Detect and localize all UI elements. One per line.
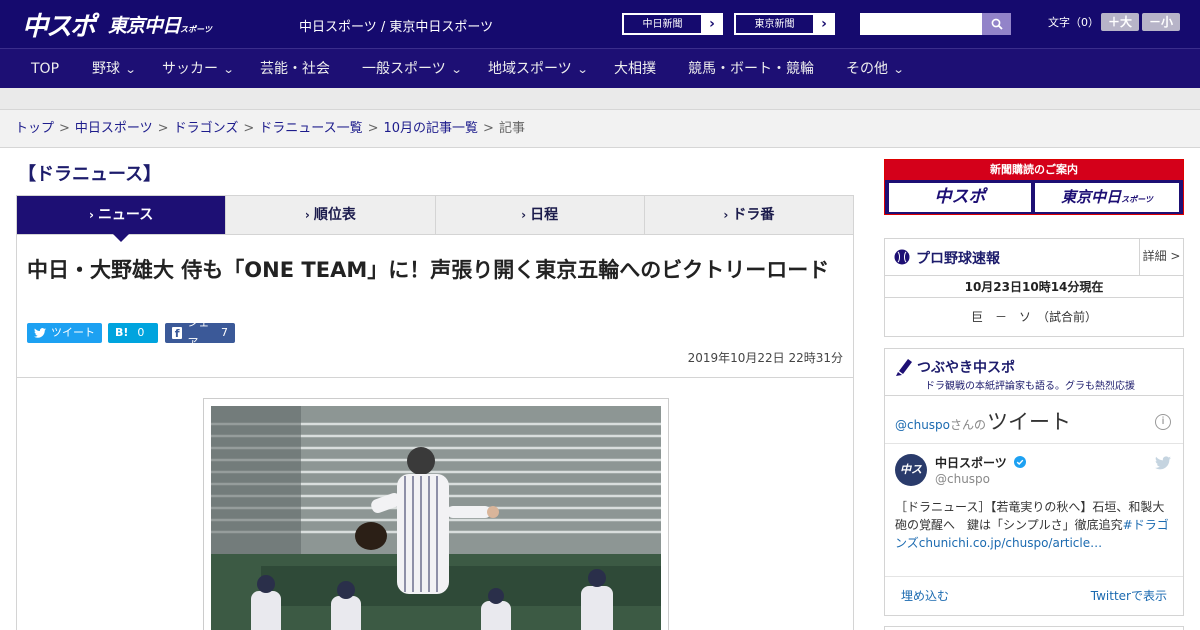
search-icon [991,18,1003,30]
twitter-widget-title: つぶやき中スポ [917,360,1015,376]
font-increase-button[interactable]: ＋大 [1101,13,1139,31]
ad-band [0,88,1200,110]
site-title-link[interactable]: 中日スポーツ / 東京中日スポーツ [299,16,493,35]
hatena-bookmark-button[interactable]: B! 0 [108,323,158,343]
breadcrumb-link[interactable]: 10月の記事一覧 [384,121,479,136]
section-title: 【ドラニュース】 [18,164,162,185]
breadcrumb-current: 記事 [498,121,525,136]
hatena-icon: B! [115,326,129,339]
banner-title: 新聞購読のご案内 [885,160,1183,180]
timeline-header: @chuspoさんのツイート [895,410,1072,434]
chunichi-shimbun-link[interactable]: 中日新聞 › [622,13,723,35]
chevron-down-icon: ⌄ [576,63,589,76]
chevron-right-icon: › [304,208,310,222]
timeline-handle-link[interactable]: @chuspo [895,418,950,432]
breadcrumb-link[interactable]: ドラゴンズ [174,121,239,136]
chevron-down-icon: ⌄ [222,63,235,76]
nav-item-racing[interactable]: 競馬・ボート・競輪 [688,49,814,89]
divider [17,377,853,378]
avatar[interactable]: 中スポ [895,454,927,508]
article: 中日・大野雄大 侍も「ONE TEAM」に！声張り開く東京五輪へのビクトリーロー… [16,235,854,630]
twitter-widget: つぶやき中スポ ドラ観戦の本紙評論家も語る。グラも熱烈応援 @chuspoさんの… [884,348,1184,616]
breadcrumb-link[interactable]: 中日スポーツ [75,121,153,136]
breadcrumb: トップ > 中日スポーツ > ドラゴンズ > ドラニュース一覧 >10月の記事一覧 > 記事 [0,110,1200,148]
verified-badge-icon [1013,456,1026,468]
chevron-right-icon: › [709,16,715,32]
font-size-label: 文字（0） [1048,16,1099,29]
paper-link-label: 中日新聞 [623,14,702,34]
chevron-right-icon: › [88,208,94,222]
view-on-twitter-link[interactable]: Twitterで表示 [1091,587,1167,604]
main-nav: TOP 野球 ⌄ サッカー ⌄ 芸能・社会 一般スポーツ ⌄ 地域スポーツ ⌄ 大相撲 … [0,48,1200,88]
article-photo-frame [203,398,669,630]
tweet-url-link[interactable]: chunichi.co.jp/chuspo/article… [919,536,1102,550]
twitter-widget-subtitle: ドラ観戦の本紙評論家も語る。グラも熱烈応援 [925,381,1135,392]
chevron-down-icon: ⌄ [892,63,905,76]
facebook-icon: f [172,327,183,340]
publish-date: 2019年10月22日 22時31分 [687,351,843,365]
tweet-author-name[interactable]: 中日スポーツ [935,454,1026,471]
logo-main: 中スポ [22,11,96,42]
font-decrease-button[interactable]: －小 [1142,13,1180,31]
search-input[interactable] [860,13,982,35]
tab-dora-ban[interactable]: › ドラ番 [645,196,853,234]
score-title: プロ野球速報 [916,251,1000,267]
tweet-text: ［ドラニュース］【若竜実りの秋へ】石垣、和製大砲の覚醒へ 鍵は「シンプルさ」徹底… [895,500,1169,550]
chevron-right-icon: › [723,208,729,222]
banner-tokyo-chunichi-logo: 東京中日スポーツ [1035,183,1179,212]
baseball-icon [894,249,910,265]
paper-link-label: 東京新聞 [735,14,814,34]
search-button[interactable] [982,13,1011,35]
nav-item-sumo[interactable]: 大相撲 [614,49,656,89]
chevron-down-icon: ⌄ [124,63,137,76]
article-headline: 中日・大野雄大 侍も「ONE TEAM」に！声張り開く東京五輪へのビクトリーロー… [27,258,830,282]
tab-standings[interactable]: › 順位表 [226,196,436,234]
article-photo [211,406,661,630]
baseball-score-widget: プロ野球速報 詳細 > 10月23日10時14分現在 巨 － ソ （試合前） [884,238,1184,337]
facebook-share-button[interactable]: f シェア 7 [165,316,235,349]
tab-bar: › ニュース › 順位表 › 日程 › ドラ番 [16,195,854,242]
tab-news[interactable]: › ニュース [17,196,227,242]
twitter-timeline: @chuspoさんのツイート i 中スポ 中日スポーツ @chuspo ［ドラニ… [885,395,1183,615]
site-logo[interactable]: 中スポ 東京中日スポーツ [22,8,212,42]
tweet-author-handle[interactable]: @chuspo [935,472,990,486]
nav-item-baseball[interactable]: 野球 ⌄ [92,49,137,89]
nav-item-entertainment[interactable]: 芸能・社会 [260,49,330,89]
logo-sub: 東京中日スポーツ [108,14,212,37]
nav-item-top[interactable]: TOP [31,49,59,89]
score-header: プロ野球速報 詳細 > [885,239,1183,276]
banner-chuspo-logo: 中スポ [889,183,1031,212]
nav-item-other[interactable]: その他 ⌄ [846,49,905,89]
score-game-row[interactable]: 巨 － ソ （試合前） [885,298,1183,336]
embed-link[interactable]: 埋め込む [901,587,949,604]
divider [885,443,1183,444]
score-timestamp: 10月23日10時14分現在 [885,276,1183,298]
divider [885,576,1183,577]
sidebar-next-box [884,626,1184,630]
twitter-bird-icon[interactable] [1155,456,1171,470]
chevron-down-icon: ⌄ [450,63,463,76]
twitter-bird-icon [34,328,46,338]
breadcrumb-link[interactable]: トップ [15,121,54,136]
site-header: 中スポ 東京中日スポーツ 中日スポーツ / 東京中日スポーツ 中日新聞 › 東京… [0,0,1200,48]
nav-item-local-sports[interactable]: 地域スポーツ ⌄ [488,49,589,89]
score-detail-link[interactable]: 詳細 > [1139,239,1183,275]
tokyo-shimbun-link[interactable]: 東京新聞 › [734,13,835,35]
tab-schedule[interactable]: › 日程 [436,196,645,234]
chevron-right-icon: › [821,16,827,32]
tweet-button[interactable]: ツイート [27,323,102,343]
info-icon[interactable]: i [1155,414,1171,430]
nav-item-general-sports[interactable]: 一般スポーツ ⌄ [362,49,463,89]
subscription-banner[interactable]: 新聞購読のご案内 中スポ 東京中日スポーツ [884,159,1184,215]
breadcrumb-link[interactable]: ドラニュース一覧 [259,121,362,136]
chevron-right-icon: › [521,208,527,222]
pen-icon [896,359,912,376]
nav-item-soccer[interactable]: サッカー ⌄ [162,49,235,89]
